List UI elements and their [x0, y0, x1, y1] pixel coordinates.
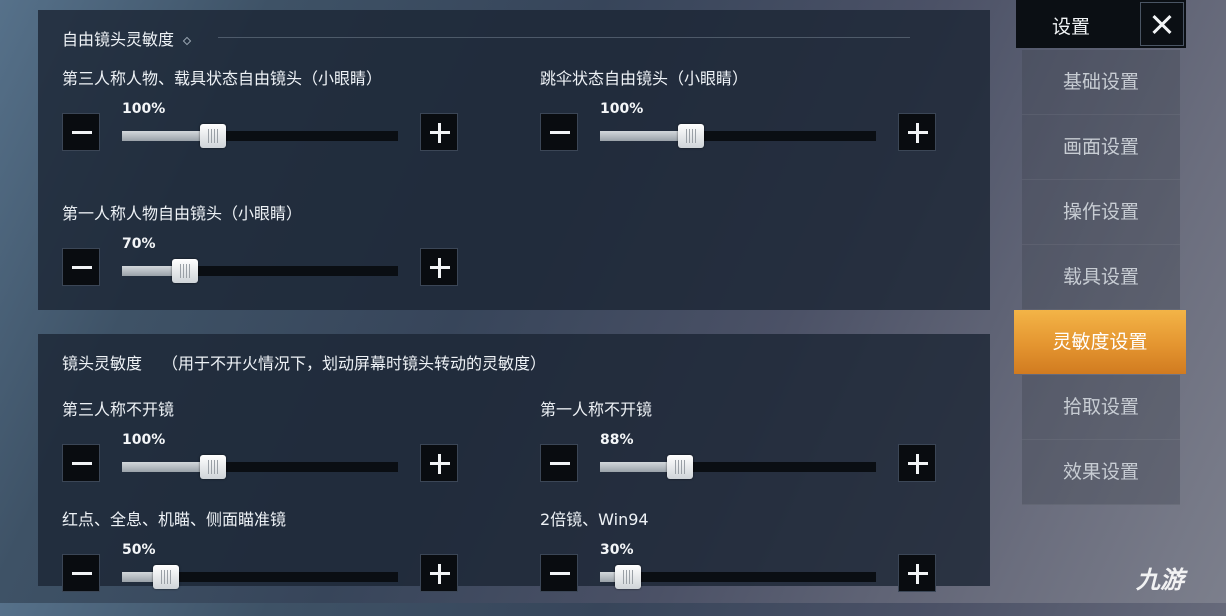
value-text: 88%	[600, 432, 634, 448]
increase-button[interactable]	[420, 248, 458, 286]
slider-handle[interactable]	[200, 455, 227, 479]
minus-icon	[550, 462, 570, 465]
decrease-button[interactable]	[540, 444, 578, 482]
value-text: 100%	[122, 101, 166, 117]
menu-item-vehicle[interactable]: 载具设置	[1022, 245, 1180, 310]
diamond-icon	[182, 36, 192, 45]
camera-sensitivity-panel: 镜头灵敏度 （用于不开火情况下，划动屏幕时镜头转动的灵敏度） 第三人称不开镜 10…	[38, 334, 990, 592]
slider-handle[interactable]	[172, 259, 199, 283]
increase-button[interactable]	[420, 444, 458, 482]
increase-button[interactable]	[898, 554, 936, 592]
value-text: 50%	[122, 542, 156, 558]
menu-item-controls[interactable]: 操作设置	[1022, 180, 1180, 245]
decrease-button[interactable]	[62, 113, 100, 151]
setting-fpp-free-look: 第一人称人物自由镜头（小眼睛） 70%	[62, 200, 462, 310]
plus-icon-vertical	[916, 454, 919, 474]
setting-label: 第三人称人物、载具状态自由镜头（小眼睛）	[62, 69, 383, 88]
decrease-button[interactable]	[62, 554, 100, 592]
setting-label: 2倍镜、Win94	[540, 510, 649, 529]
minus-icon	[72, 572, 92, 575]
setting-label: 红点、全息、机瞄、侧面瞄准镜	[62, 510, 287, 529]
free-look-title: 自由镜头灵敏度	[62, 26, 192, 50]
menu-item-basic[interactable]: 基础设置	[1022, 50, 1180, 115]
value-text: 70%	[122, 236, 156, 252]
setting-label: 第三人称不开镜	[62, 400, 175, 419]
increase-button[interactable]	[420, 554, 458, 592]
setting-tpp-vehicle-free-look: 第三人称人物、载具状态自由镜头（小眼睛） 100%	[62, 65, 462, 175]
menu-item-effects[interactable]: 效果设置	[1022, 440, 1180, 505]
setting-label: 第一人称不开镜	[540, 400, 653, 419]
decrease-button[interactable]	[540, 554, 578, 592]
plus-icon-vertical	[438, 258, 441, 278]
slider-track[interactable]	[122, 455, 398, 479]
slider-handle[interactable]	[678, 124, 705, 148]
value-text: 100%	[122, 432, 166, 448]
minus-icon	[550, 572, 570, 575]
setting-label: 跳伞状态自由镜头（小眼睛）	[540, 69, 749, 88]
setting-2x-scope-win94: 2倍镜、Win94 30%	[540, 506, 940, 616]
plus-icon-vertical	[438, 123, 441, 143]
setting-parachute-free-look: 跳伞状态自由镜头（小眼睛） 100%	[540, 65, 940, 175]
slider-track[interactable]	[122, 565, 398, 589]
close-button[interactable]	[1140, 2, 1184, 46]
value-text: 100%	[600, 101, 644, 117]
watermark-logo: 九游	[1136, 566, 1184, 594]
minus-icon	[72, 462, 92, 465]
slider-track[interactable]	[600, 124, 876, 148]
title-divider	[218, 37, 910, 38]
camera-title-note: （用于不开火情况下，划动屏幕时镜头转动的灵敏度）	[162, 354, 547, 373]
slider-handle[interactable]	[153, 565, 180, 589]
slider-handle[interactable]	[614, 565, 641, 589]
decrease-button[interactable]	[62, 248, 100, 286]
camera-title: 镜头灵敏度 （用于不开火情况下，划动屏幕时镜头转动的灵敏度）	[62, 350, 546, 374]
settings-menu-header: 设置	[1016, 0, 1186, 48]
increase-button[interactable]	[898, 113, 936, 151]
plus-icon-vertical	[438, 564, 441, 584]
camera-title-text: 镜头灵敏度	[62, 354, 143, 373]
setting-red-dot-holo-scope: 红点、全息、机瞄、侧面瞄准镜 50%	[62, 506, 462, 616]
minus-icon	[72, 266, 92, 269]
setting-fpp-no-scope: 第一人称不开镜 88%	[540, 396, 940, 506]
setting-label: 第一人称人物自由镜头（小眼睛）	[62, 204, 303, 223]
plus-icon-vertical	[438, 454, 441, 474]
slider-track[interactable]	[600, 565, 876, 589]
minus-icon	[550, 131, 570, 134]
menu-item-graphics[interactable]: 画面设置	[1022, 115, 1180, 180]
value-text: 30%	[600, 542, 634, 558]
increase-button[interactable]	[420, 113, 458, 151]
decrease-button[interactable]	[62, 444, 100, 482]
slider-track[interactable]	[122, 124, 398, 148]
menu-item-pickup[interactable]: 拾取设置	[1022, 375, 1180, 440]
plus-icon-vertical	[916, 564, 919, 584]
slider-track[interactable]	[600, 455, 876, 479]
decrease-button[interactable]	[540, 113, 578, 151]
slider-handle[interactable]	[667, 455, 694, 479]
setting-tpp-no-scope: 第三人称不开镜 100%	[62, 396, 462, 506]
free-look-title-text: 自由镜头灵敏度	[62, 30, 175, 49]
minus-icon	[72, 131, 92, 134]
free-look-panel: 自由镜头灵敏度 第三人称人物、载具状态自由镜头（小眼睛） 100% 跳伞状态自由…	[38, 10, 990, 310]
increase-button[interactable]	[898, 444, 936, 482]
slider-handle[interactable]	[200, 124, 227, 148]
menu-item-sensitivity[interactable]: 灵敏度设置	[1014, 310, 1186, 374]
plus-icon-vertical	[916, 123, 919, 143]
slider-track[interactable]	[122, 259, 398, 283]
settings-title: 设置	[1052, 16, 1091, 38]
